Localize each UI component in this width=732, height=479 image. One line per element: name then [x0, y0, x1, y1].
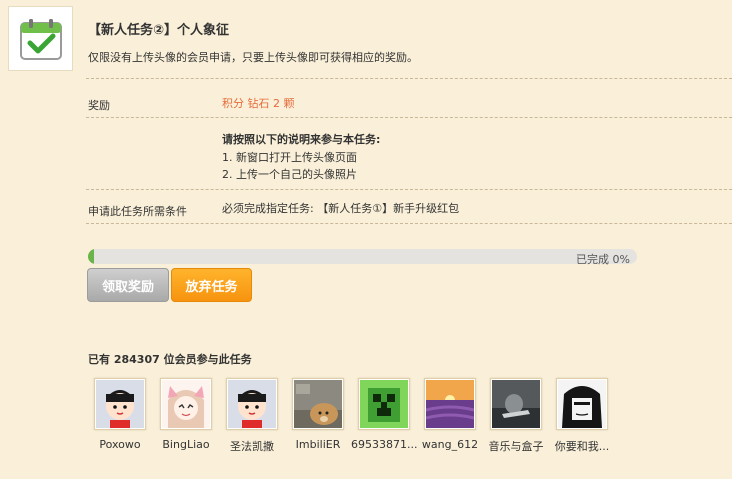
avatar[interactable] [226, 378, 278, 430]
divider [86, 117, 732, 118]
member-name[interactable]: Poxowo [87, 438, 153, 451]
member-name[interactable]: wang_612 [417, 438, 483, 451]
default-boy-avatar-icon [96, 380, 144, 428]
member-name[interactable]: 圣法凯撒 [219, 438, 285, 454]
divider [86, 223, 732, 224]
task-title: 【新人任务②】个人象征 [88, 23, 230, 38]
task-calendar-icon [8, 6, 73, 71]
instructions-title: 请按照以下的说明来参与本任务: [222, 133, 381, 146]
member-name[interactable]: 音乐与盒子 [483, 438, 549, 454]
avatar[interactable] [160, 378, 212, 430]
progress-label: 已完成 0% [576, 253, 630, 266]
member-item[interactable]: 69533871... [351, 378, 417, 451]
avatar[interactable] [292, 378, 344, 430]
divider [86, 189, 732, 190]
member-item[interactable]: 你要和我... [549, 378, 615, 454]
member-name[interactable]: ImbiliER [285, 438, 351, 451]
divider [86, 78, 732, 79]
instruction-step-1[interactable]: 1. 新窗口打开上传头像页面 [222, 149, 357, 165]
avatar[interactable] [424, 378, 476, 430]
member-item[interactable]: wang_612 [417, 378, 483, 451]
anime-girl-avatar-icon [162, 380, 210, 428]
member-name[interactable]: 你要和我... [549, 438, 615, 454]
member-name[interactable]: 69533871... [351, 438, 417, 451]
claim-reward-button[interactable]: 领取奖励 [87, 268, 169, 302]
sunset-lavender-avatar-icon [426, 380, 474, 428]
abandon-task-button[interactable]: 放弃任务 [171, 268, 252, 302]
requirement-value[interactable]: 必须完成指定任务: 【新人任务①】新手升级红包 [222, 200, 459, 216]
member-item[interactable]: 音乐与盒子 [483, 378, 549, 454]
member-item[interactable]: BingLiao [153, 378, 219, 451]
avatar[interactable] [556, 378, 608, 430]
task-description: 仅限没有上传头像的会员申请，只要上传头像即可获得相应的奖励。 [88, 51, 418, 64]
manga-girl-avatar-icon [558, 380, 606, 428]
reward-label: 奖励 [88, 99, 110, 112]
default-boy-avatar-icon [228, 380, 276, 428]
member-name[interactable]: BingLiao [153, 438, 219, 451]
member-item[interactable]: Poxowo [87, 378, 153, 451]
dark-photo-avatar-icon [492, 380, 540, 428]
dog-photo-avatar-icon [294, 380, 342, 428]
member-item[interactable]: 圣法凯撒 [219, 378, 285, 454]
requirement-label: 申请此任务所需条件 [88, 205, 187, 218]
creeper-avatar-icon [360, 380, 408, 428]
avatar[interactable] [358, 378, 410, 430]
avatar[interactable] [490, 378, 542, 430]
members-count-title: 已有 284307 位会员参与此任务 [88, 353, 252, 366]
instruction-step-2: 2. 上传一个自己的头像照片 [222, 168, 357, 181]
avatar[interactable] [94, 378, 146, 430]
member-item[interactable]: ImbiliER [285, 378, 351, 451]
reward-value: 积分 钻石 2 颗 [222, 97, 295, 110]
